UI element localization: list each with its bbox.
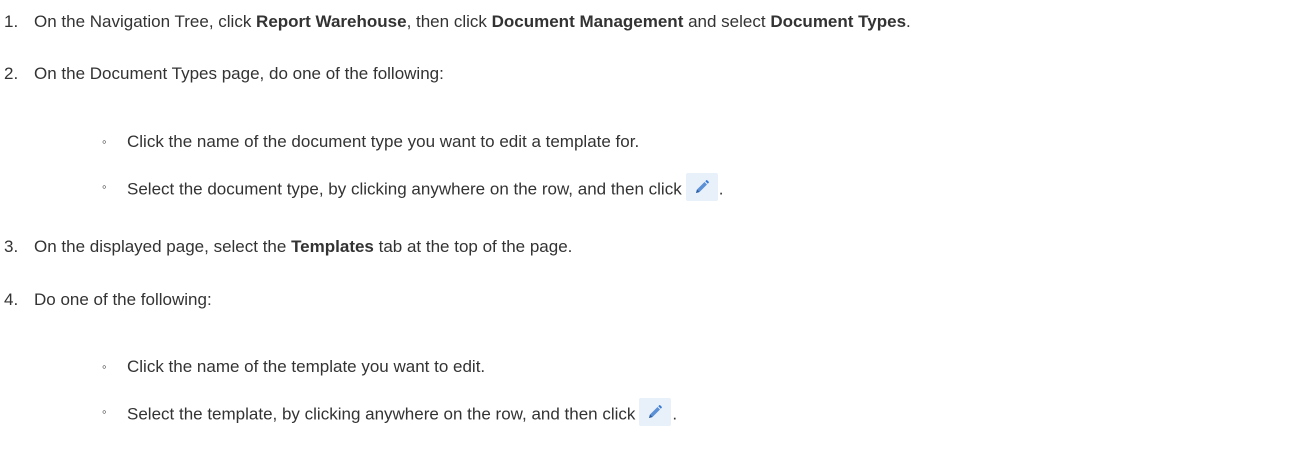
bullet: ◦ xyxy=(102,359,107,374)
pencil-edit-icon xyxy=(685,173,718,201)
ui-term-document-types: Document Types xyxy=(770,12,907,31)
text-run: Select the document type, by clicking an… xyxy=(127,179,682,199)
sub-step-text: Select the document type, by clicking an… xyxy=(127,173,724,204)
text-run: . xyxy=(906,12,911,31)
step-text: On the Document Types page, do one of th… xyxy=(34,64,444,83)
text-run: , then click xyxy=(406,12,492,31)
step-text: Do one of the following: xyxy=(34,290,212,309)
ui-term-report-warehouse: Report Warehouse xyxy=(256,12,407,31)
text-run: tab at the top of the page. xyxy=(373,237,573,256)
bullet: ◦ xyxy=(102,179,107,194)
sub-step-text: Click the name of the template you want … xyxy=(127,357,486,376)
text-run: On the displayed page, select the xyxy=(34,237,292,256)
text-run: . xyxy=(718,179,724,199)
text-run: Select the template, by clicking anywher… xyxy=(127,404,636,424)
step-number: 3. xyxy=(4,237,19,256)
bullet: ◦ xyxy=(102,404,107,419)
sub-step-text: Select the template, by clicking anywher… xyxy=(127,398,678,429)
text-run: . xyxy=(672,404,678,424)
pencil-edit-icon xyxy=(639,398,672,426)
step-text: On the Navigation Tree, click Report War… xyxy=(34,11,911,33)
step-number: 2. xyxy=(4,64,19,83)
sub-step-text: Click the name of the document type you … xyxy=(127,132,640,151)
ui-term-document-management: Document Management xyxy=(491,12,684,31)
step-text: On the displayed page, select the Templa… xyxy=(34,236,572,258)
step-number: 1. xyxy=(4,12,19,31)
text-run: On the Navigation Tree, click xyxy=(34,12,257,31)
text-run: and select xyxy=(683,12,771,31)
step-number: 4. xyxy=(4,290,19,309)
bullet: ◦ xyxy=(102,134,107,149)
ui-term-templates: Templates xyxy=(291,237,374,256)
